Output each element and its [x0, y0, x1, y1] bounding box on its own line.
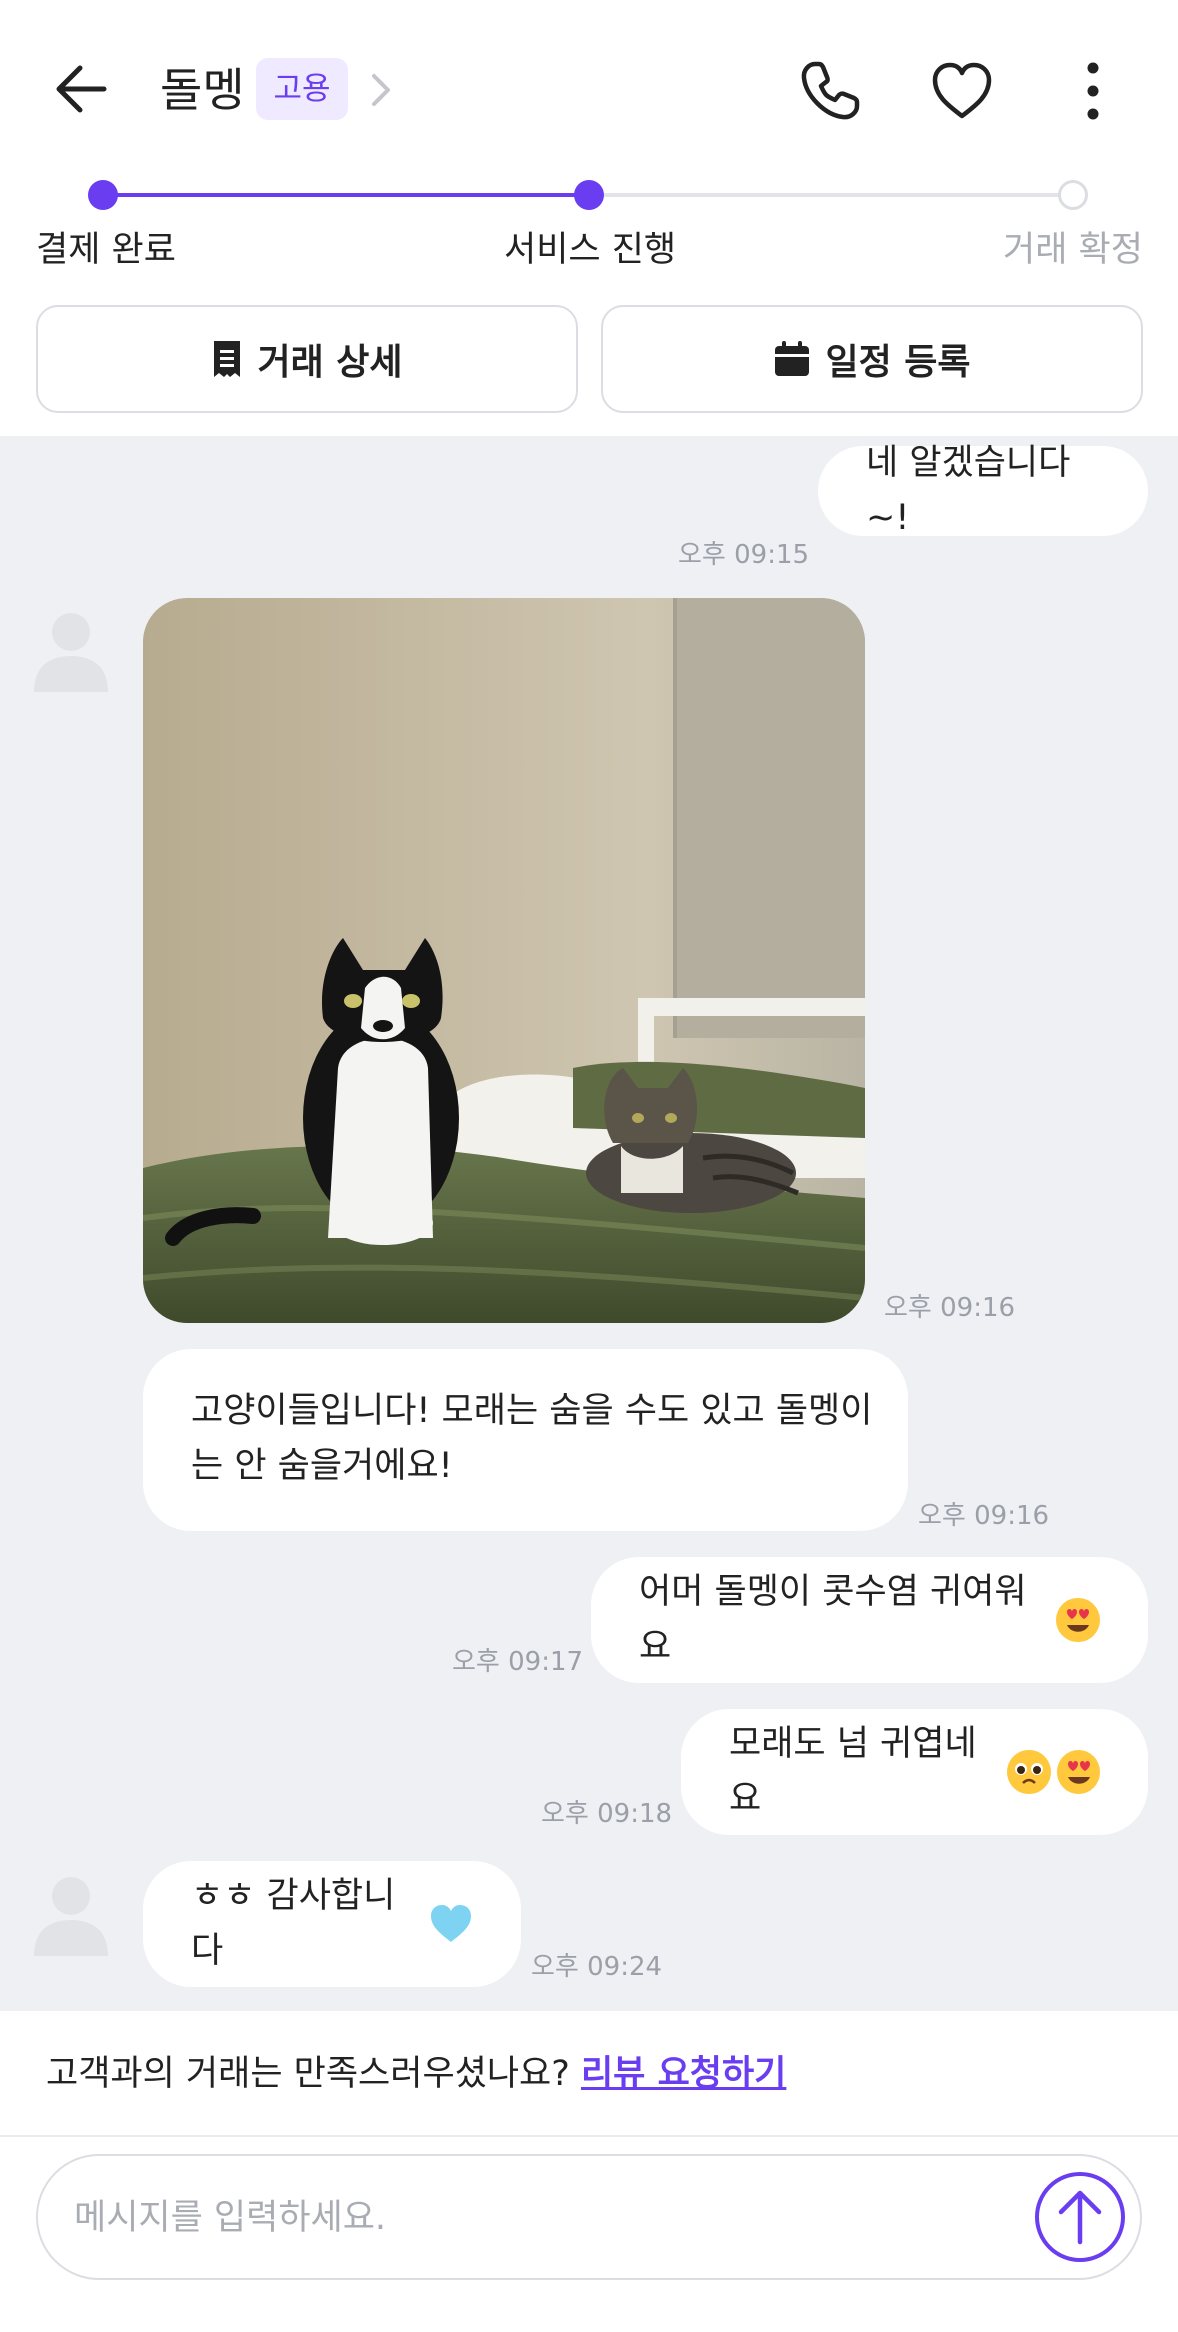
deal-detail-button[interactable]: 거래 상세 — [36, 305, 578, 413]
top-bar: 돌멩 고용 — [0, 0, 1178, 210]
chat-messages-area[interactable]: 네 알겠습니다~! 오후 09:15 오후 09:16 고양이들입니다! 모래는… — [0, 436, 1178, 2011]
heart-icon[interactable] — [927, 56, 997, 126]
message-text-line2: 는 안 숨을거에요! — [191, 1446, 453, 1486]
avatar-placeholder-icon[interactable] — [32, 604, 110, 694]
message-text-line1: 고양이들입니다! 모래는 숨을 수도 있고 돌멩이 — [191, 1391, 873, 1431]
pleading-face-emoji-icon — [1007, 1750, 1051, 1794]
cats-on-bed-photo — [143, 598, 865, 1323]
heart-eyes-emoji-icon — [1056, 1598, 1100, 1642]
message-time: 오후 09:18 — [541, 1799, 673, 1829]
send-arrow-up-icon[interactable] — [1033, 2170, 1127, 2264]
message-photo[interactable] — [143, 598, 865, 1323]
message-time: 오후 09:15 — [678, 540, 810, 570]
message-text: 네 알겠습니다~! — [866, 443, 1071, 538]
message-text: 어머 돌멩이 콧수염 귀여워요 — [639, 1572, 1027, 1667]
deal-detail-label: 거래 상세 — [257, 342, 403, 383]
review-request-link[interactable]: 리뷰 요청하기 — [581, 2054, 786, 2094]
phone-icon[interactable] — [795, 56, 865, 126]
message-time: 오후 09:17 — [452, 1647, 584, 1677]
progress-track-pending — [604, 193, 1070, 197]
progress-track-done — [103, 193, 589, 197]
review-request-bar: 고객과의 거래는 만족스러우셨나요? 리뷰 요청하기 — [0, 2011, 1178, 2137]
step-label-confirm: 거래 확정 — [1003, 230, 1143, 270]
message-input[interactable] — [74, 2186, 1014, 2250]
step-label-service: 서비스 진행 — [504, 230, 677, 270]
hire-badge: 고용 — [256, 58, 348, 120]
step-dot-done — [88, 180, 118, 210]
more-vertical-icon[interactable] — [1058, 56, 1128, 126]
message-bubble-outgoing[interactable]: 어머 돌멩이 콧수염 귀여워요 — [591, 1557, 1148, 1683]
review-prompt: 고객과의 거래는 만족스러우셨나요? — [46, 2054, 570, 2094]
avatar-placeholder-icon[interactable] — [32, 1868, 110, 1958]
chat-partner-name[interactable]: 돌멩 — [160, 58, 245, 122]
back-arrow-icon[interactable] — [50, 56, 116, 122]
message-bubble-outgoing[interactable]: 네 알겠습니다~! — [818, 443, 1148, 538]
message-text: ㅎㅎ 감사합니다 — [191, 1876, 396, 1971]
heart-eyes-emoji-icon — [1056, 1750, 1100, 1794]
message-time: 오후 09:16 — [884, 1293, 1016, 1323]
step-dot-current — [574, 180, 604, 210]
calendar-icon — [775, 341, 810, 376]
schedule-register-label: 일정 등록 — [825, 342, 971, 383]
step-label-payment: 결제 완료 — [36, 230, 176, 270]
message-composer — [36, 2154, 1142, 2280]
step-dot-pending — [1058, 180, 1088, 210]
message-bubble-incoming[interactable]: ㅎㅎ 감사합니다 — [143, 1861, 521, 1987]
receipt-icon — [214, 341, 241, 377]
message-time: 오후 09:16 — [918, 1501, 1050, 1531]
message-time: 오후 09:24 — [531, 1952, 663, 1982]
chevron-right-icon[interactable] — [366, 70, 396, 110]
light-blue-heart-emoji-icon — [429, 1902, 473, 1946]
message-text: 모래도 넘 귀엽네요 — [729, 1724, 977, 1819]
message-bubble-outgoing[interactable]: 모래도 넘 귀엽네요 — [681, 1709, 1148, 1835]
message-bubble-incoming[interactable]: 고양이들입니다! 모래는 숨을 수도 있고 돌멩이 는 안 숨을거에요! — [143, 1349, 908, 1531]
schedule-register-button[interactable]: 일정 등록 — [601, 305, 1143, 413]
